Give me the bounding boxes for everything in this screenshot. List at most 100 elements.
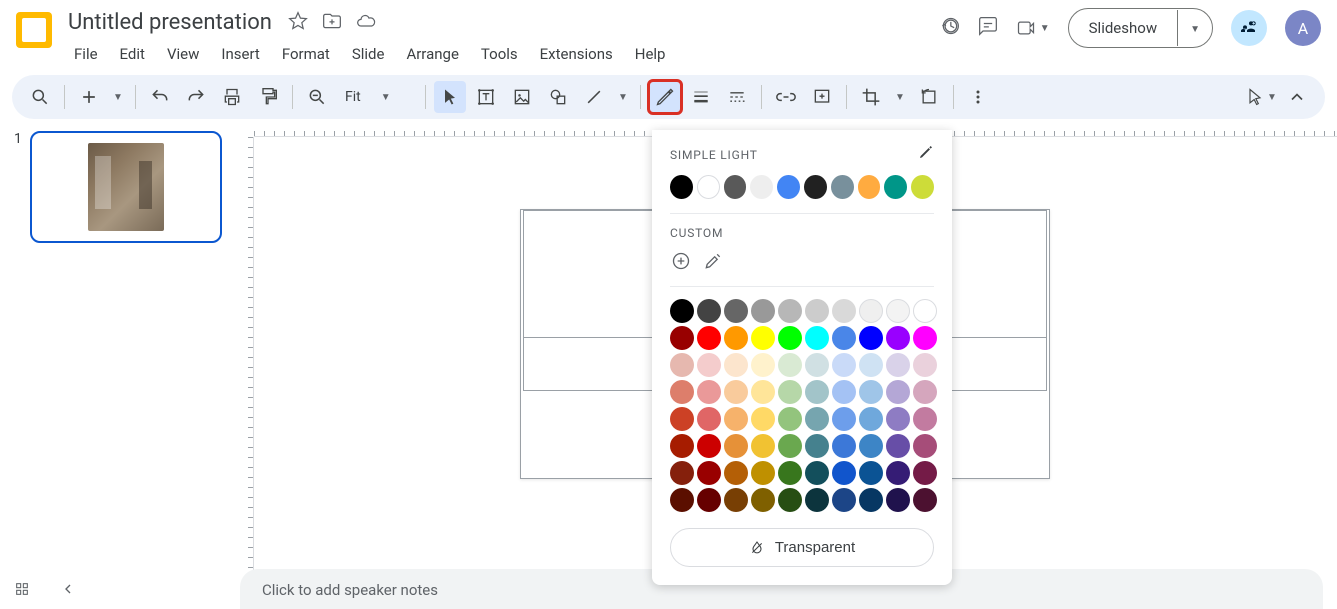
- border-weight-button[interactable]: [685, 81, 717, 113]
- palette-swatch[interactable]: [697, 326, 721, 350]
- palette-swatch[interactable]: [697, 461, 721, 485]
- palette-swatch[interactable]: [832, 353, 856, 377]
- palette-swatch[interactable]: [778, 326, 802, 350]
- palette-swatch[interactable]: [778, 434, 802, 458]
- slide-thumbnail[interactable]: [30, 131, 222, 243]
- link-button[interactable]: [770, 81, 802, 113]
- menu-extensions[interactable]: Extensions: [530, 41, 623, 67]
- palette-swatch[interactable]: [805, 326, 829, 350]
- menu-insert[interactable]: Insert: [211, 41, 269, 67]
- palette-swatch[interactable]: [778, 353, 802, 377]
- palette-swatch[interactable]: [886, 326, 910, 350]
- select-tool[interactable]: [434, 81, 466, 113]
- palette-swatch[interactable]: [697, 353, 721, 377]
- palette-swatch[interactable]: [724, 299, 748, 323]
- palette-swatch[interactable]: [724, 461, 748, 485]
- image-tool[interactable]: [506, 81, 538, 113]
- comment-button[interactable]: [806, 81, 838, 113]
- theme-color-swatch[interactable]: [777, 175, 800, 199]
- palette-swatch[interactable]: [859, 488, 883, 512]
- crop-button[interactable]: [855, 81, 887, 113]
- palette-swatch[interactable]: [886, 353, 910, 377]
- palette-swatch[interactable]: [697, 488, 721, 512]
- slideshow-dropdown[interactable]: ▼: [1177, 10, 1212, 46]
- palette-swatch[interactable]: [913, 326, 937, 350]
- palette-swatch[interactable]: [805, 299, 829, 323]
- eyedropper-icon[interactable]: [702, 250, 724, 272]
- palette-swatch[interactable]: [697, 380, 721, 404]
- palette-swatch[interactable]: [886, 461, 910, 485]
- palette-swatch[interactable]: [697, 407, 721, 431]
- theme-color-swatch[interactable]: [858, 175, 881, 199]
- theme-color-swatch[interactable]: [804, 175, 827, 199]
- slideshow-button[interactable]: Slideshow: [1069, 9, 1177, 47]
- palette-swatch[interactable]: [913, 353, 937, 377]
- grid-view-icon[interactable]: [14, 581, 30, 601]
- palette-swatch[interactable]: [886, 407, 910, 431]
- theme-color-swatch[interactable]: [697, 175, 720, 199]
- palette-swatch[interactable]: [670, 407, 694, 431]
- palette-swatch[interactable]: [913, 407, 937, 431]
- add-custom-color-icon[interactable]: [670, 250, 692, 272]
- comments-icon[interactable]: [978, 16, 998, 41]
- palette-swatch[interactable]: [832, 299, 856, 323]
- palette-swatch[interactable]: [805, 407, 829, 431]
- new-slide-button[interactable]: [73, 81, 105, 113]
- palette-swatch[interactable]: [832, 434, 856, 458]
- shape-tool[interactable]: [542, 81, 574, 113]
- palette-swatch[interactable]: [724, 488, 748, 512]
- palette-swatch[interactable]: [859, 380, 883, 404]
- palette-swatch[interactable]: [913, 434, 937, 458]
- reset-image-button[interactable]: [913, 81, 945, 113]
- palette-swatch[interactable]: [805, 434, 829, 458]
- palette-swatch[interactable]: [913, 461, 937, 485]
- zoom-button[interactable]: [301, 81, 333, 113]
- palette-swatch[interactable]: [913, 380, 937, 404]
- palette-swatch[interactable]: [751, 461, 775, 485]
- palette-swatch[interactable]: [751, 299, 775, 323]
- edit-theme-icon[interactable]: [918, 144, 934, 165]
- share-button[interactable]: [1231, 10, 1267, 46]
- star-icon[interactable]: [288, 11, 308, 35]
- paint-format-button[interactable]: [252, 81, 284, 113]
- theme-color-swatch[interactable]: [670, 175, 693, 199]
- palette-swatch[interactable]: [859, 407, 883, 431]
- theme-color-swatch[interactable]: [884, 175, 907, 199]
- palette-swatch[interactable]: [670, 353, 694, 377]
- palette-swatch[interactable]: [886, 488, 910, 512]
- slides-logo[interactable]: [16, 12, 52, 48]
- undo-button[interactable]: [144, 81, 176, 113]
- palette-swatch[interactable]: [913, 488, 937, 512]
- menu-format[interactable]: Format: [272, 41, 340, 67]
- palette-swatch[interactable]: [859, 353, 883, 377]
- menu-tools[interactable]: Tools: [471, 41, 528, 67]
- menu-arrange[interactable]: Arrange: [396, 41, 468, 67]
- theme-color-swatch[interactable]: [911, 175, 934, 199]
- palette-swatch[interactable]: [805, 488, 829, 512]
- palette-swatch[interactable]: [670, 299, 694, 323]
- menu-file[interactable]: File: [64, 41, 108, 67]
- palette-swatch[interactable]: [724, 353, 748, 377]
- account-avatar[interactable]: A: [1285, 10, 1321, 46]
- print-button[interactable]: [216, 81, 248, 113]
- palette-swatch[interactable]: [859, 434, 883, 458]
- menu-slide[interactable]: Slide: [342, 41, 395, 67]
- redo-button[interactable]: [180, 81, 212, 113]
- zoom-dropdown[interactable]: Fit ▼: [337, 89, 417, 105]
- palette-swatch[interactable]: [724, 326, 748, 350]
- palette-swatch[interactable]: [832, 461, 856, 485]
- palette-swatch[interactable]: [751, 407, 775, 431]
- search-menus-icon[interactable]: [24, 81, 56, 113]
- move-icon[interactable]: [322, 11, 342, 35]
- palette-swatch[interactable]: [670, 326, 694, 350]
- palette-swatch[interactable]: [886, 434, 910, 458]
- palette-swatch[interactable]: [859, 461, 883, 485]
- menu-edit[interactable]: Edit: [110, 41, 155, 67]
- palette-swatch[interactable]: [751, 488, 775, 512]
- palette-swatch[interactable]: [670, 434, 694, 458]
- palette-swatch[interactable]: [778, 380, 802, 404]
- palette-swatch[interactable]: [751, 380, 775, 404]
- theme-color-swatch[interactable]: [750, 175, 773, 199]
- crop-dropdown[interactable]: ▼: [891, 81, 909, 113]
- transparent-button[interactable]: Transparent: [670, 528, 934, 567]
